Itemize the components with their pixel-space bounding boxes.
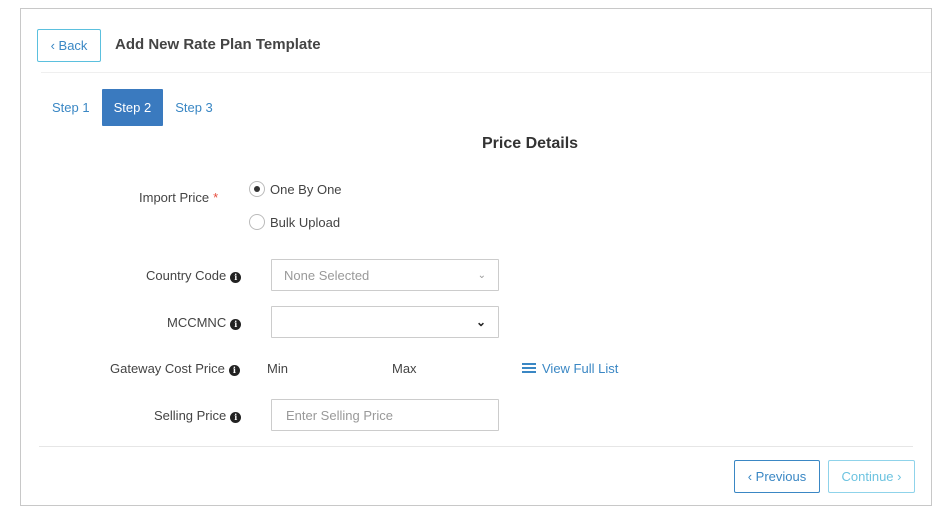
tab-step-2[interactable]: Step 2 [101, 89, 164, 126]
radio-bulk-upload[interactable]: Bulk Upload [249, 214, 340, 230]
section-title: Price Details [482, 135, 579, 152]
mccmnc-select[interactable]: ⌄ [271, 306, 499, 338]
mccmnc-label: MCCMNC i [167, 315, 242, 330]
gateway-cost-price-label: Gateway Cost Price i [110, 361, 240, 376]
view-full-list-link[interactable]: View Full List [522, 361, 618, 376]
view-full-list-label: View Full List [542, 361, 619, 376]
country-code-label: Country Code i [146, 268, 242, 283]
radio-icon-unchecked[interactable] [249, 214, 265, 230]
back-button[interactable]: ‹ Back [37, 29, 101, 62]
required-marker: * [213, 190, 219, 205]
tab-step-3[interactable]: Step 3 [163, 89, 225, 126]
import-price-label-text: Import Price [139, 190, 210, 205]
radio-one-by-one[interactable]: One By One [249, 181, 342, 197]
tab-step-1[interactable]: Step 1 [41, 89, 102, 126]
previous-button-label: ‹ Previous [747, 469, 807, 484]
info-icon: i [230, 412, 242, 423]
selling-price-label-text: Selling Price [154, 408, 227, 423]
country-code-label-text: Country Code [146, 268, 227, 283]
header-divider [41, 72, 931, 73]
info-icon: i [230, 319, 242, 330]
selling-price-input[interactable] [284, 406, 486, 424]
footer-divider [39, 446, 913, 447]
step-tabs: Step 1 Step 2 Step 3 [41, 89, 225, 126]
country-code-value: None Selected [284, 267, 370, 283]
chevron-down-icon: ⌄ [475, 315, 486, 329]
rate-plan-panel: ‹ Back Add New Rate Plan Template Step 1… [20, 8, 932, 506]
continue-button[interactable]: Continue › [828, 460, 915, 493]
previous-button[interactable]: ‹ Previous [734, 460, 820, 493]
info-icon: i [230, 272, 242, 283]
info-icon: i [228, 365, 240, 376]
gateway-min-label: Min [267, 361, 288, 376]
continue-button-label: Continue › [841, 469, 902, 484]
radio-icon-checked[interactable] [249, 181, 265, 197]
mccmnc-label-text: MCCMNC [167, 315, 227, 330]
gateway-cost-price-label-text: Gateway Cost Price [110, 361, 225, 376]
gateway-max-label: Max [392, 361, 417, 376]
import-price-label: Import Price * [139, 190, 218, 205]
list-icon [522, 363, 536, 374]
country-code-select[interactable]: None Selected ⌄ [271, 259, 499, 291]
selling-price-field[interactable] [271, 399, 499, 431]
page-title: Add New Rate Plan Template [115, 36, 321, 53]
chevron-down-icon: ⌄ [477, 269, 486, 281]
selling-price-label: Selling Price i [154, 408, 242, 423]
radio-bulk-upload-label: Bulk Upload [270, 214, 341, 230]
back-button-label: ‹ Back [50, 38, 88, 53]
radio-one-by-one-label: One By One [270, 181, 342, 197]
